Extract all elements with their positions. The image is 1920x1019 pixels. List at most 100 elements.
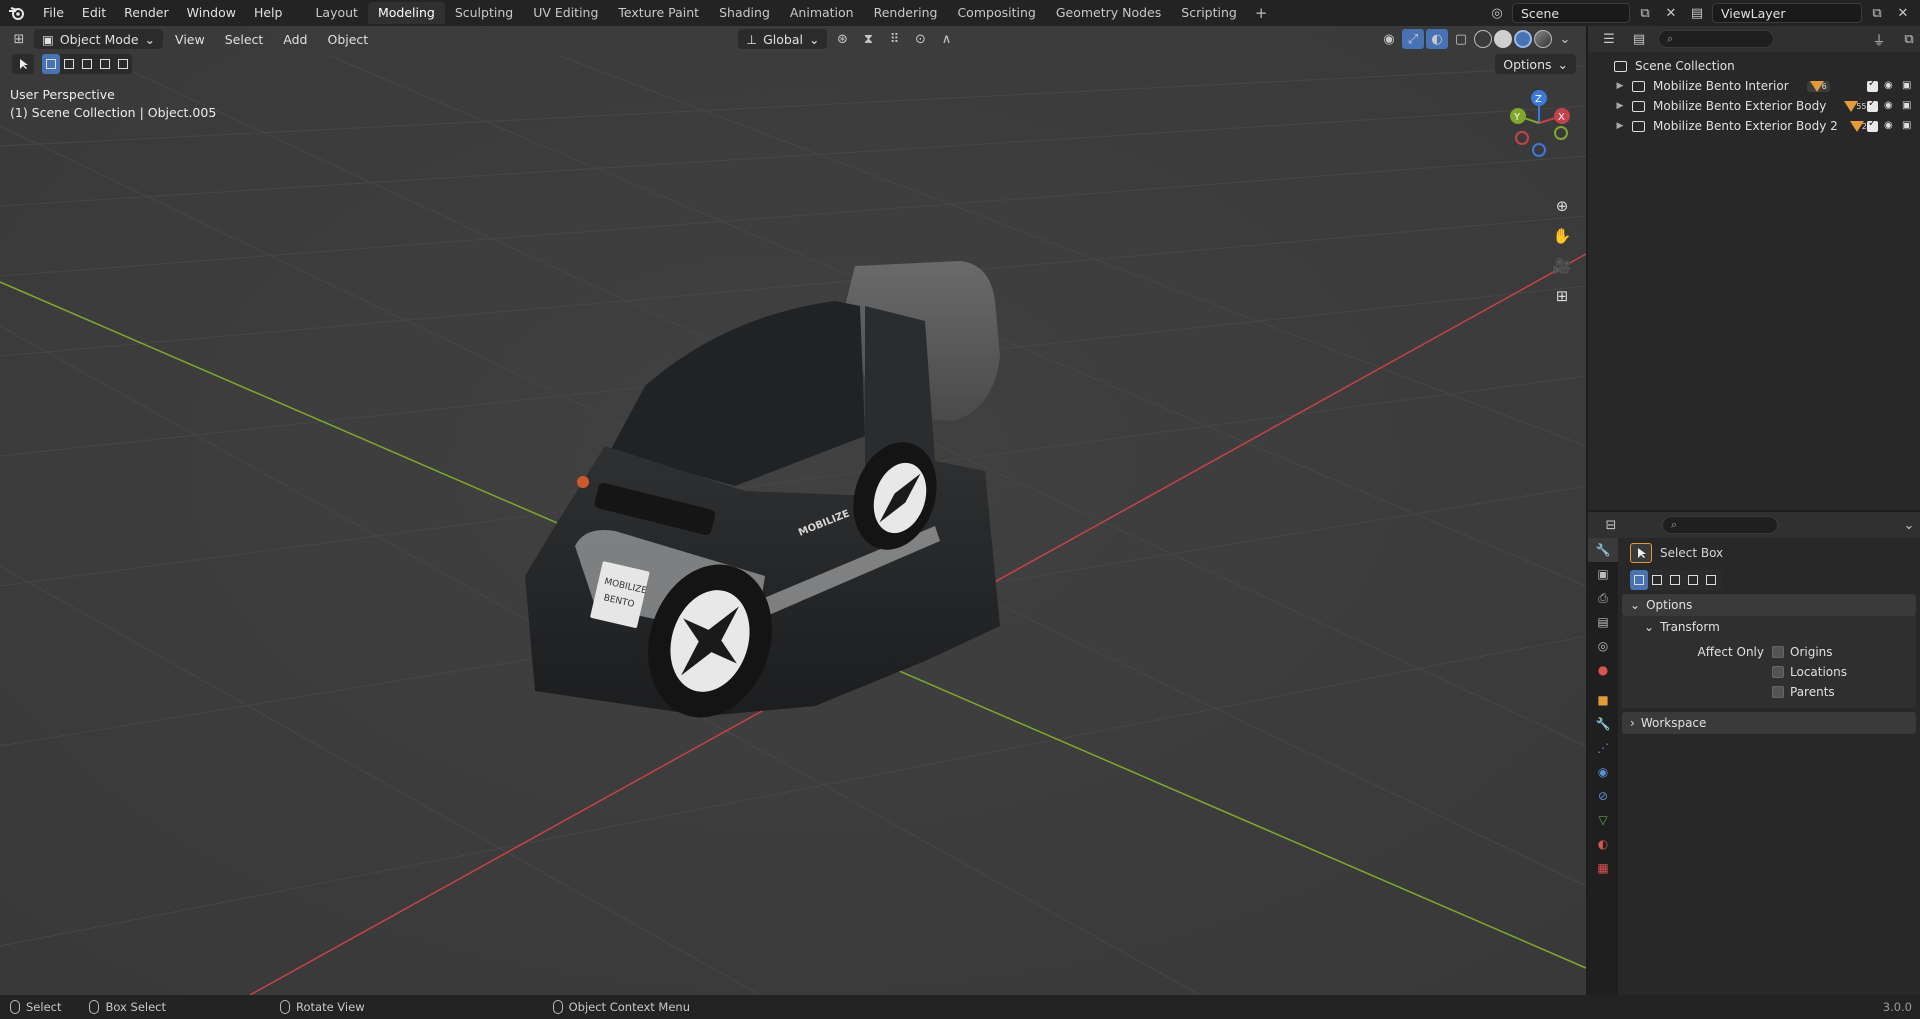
falloff-icon[interactable]: ∧ <box>935 29 957 49</box>
exclude-checkbox[interactable] <box>1867 118 1878 132</box>
viewport-options-dropdown[interactable]: Options ⌄ <box>1495 54 1576 74</box>
locations-checkbox[interactable] <box>1772 666 1784 678</box>
xray-icon[interactable]: ▢ <box>1450 29 1472 49</box>
view-layer-field[interactable]: ViewLayer <box>1712 3 1862 23</box>
mode-extend-icon[interactable] <box>1648 570 1666 590</box>
properties-editor-icon[interactable]: ⊟ <box>1600 515 1622 535</box>
gizmo-toggle-icon[interactable]: ⤢ <box>1402 29 1424 49</box>
physics-tab-icon[interactable]: ◉ <box>1588 760 1618 784</box>
checkbox-row-locations[interactable]: Locations <box>1622 662 1916 682</box>
snap-target-icon[interactable]: ⠿ <box>883 29 905 49</box>
select-box-tool-icon[interactable] <box>1630 543 1652 563</box>
view-layer-tab-icon[interactable]: ▤ <box>1588 610 1618 634</box>
scene-collection-row[interactable]: Scene Collection <box>1588 56 1920 76</box>
eye-icon[interactable]: ◉ <box>1884 81 1896 91</box>
editor-type-icon[interactable]: ⊞ <box>8 29 30 49</box>
filter-icon[interactable]: ⏚ <box>1868 29 1890 49</box>
scene-tab-icon[interactable]: ◎ <box>1588 634 1618 658</box>
expand-arrow-icon[interactable]: ▶ <box>1614 101 1626 111</box>
shading-chevron-icon[interactable]: ⌄ <box>1554 29 1576 49</box>
proportional-edit-icon[interactable]: ⊙ <box>909 29 931 49</box>
3d-viewport[interactable]: MOBILIZE BENTO MOBILIZE ⊞ ▣ Object Mode … <box>0 26 1586 995</box>
scene-field[interactable]: Scene <box>1512 3 1630 23</box>
display-mode-icon[interactable]: ▤ <box>1628 29 1650 49</box>
wireframe-shading-icon[interactable] <box>1474 30 1492 48</box>
snap-icon[interactable]: ⧗ <box>857 29 879 49</box>
menu-help[interactable]: Help <box>245 0 292 26</box>
menu-object[interactable]: Object <box>319 32 376 47</box>
menu-add[interactable]: Add <box>275 32 315 47</box>
pivot-point-icon[interactable]: ⊛ <box>831 29 853 49</box>
camera-icon[interactable]: ▣ <box>1902 121 1914 131</box>
parents-checkbox[interactable] <box>1772 686 1784 698</box>
overlay-toggle-icon[interactable]: ◐ <box>1426 29 1448 49</box>
navigation-gizmo[interactable]: Z X Y <box>1504 88 1574 158</box>
eye-icon[interactable]: ◉ <box>1884 101 1896 111</box>
scene-icon[interactable]: ◎ <box>1486 3 1508 23</box>
workspace-panel-header[interactable]: › Workspace <box>1622 712 1916 734</box>
tab-texture-paint[interactable]: Texture Paint <box>608 2 709 24</box>
constraints-tab-icon[interactable]: ⊘ <box>1588 784 1618 808</box>
data-tab-icon[interactable]: ▽ <box>1588 808 1618 832</box>
new-view-layer-icon[interactable]: ⧉ <box>1866 3 1888 23</box>
particles-tab-icon[interactable]: ⋰ <box>1588 736 1618 760</box>
transform-orientation-dropdown[interactable]: ⊥ Global ⌄ <box>738 29 828 49</box>
mode-invert-icon[interactable] <box>96 54 114 74</box>
mode-subtract-icon[interactable] <box>1666 570 1684 590</box>
object-tab-icon[interactable]: ■ <box>1588 688 1618 712</box>
outliner-search-input[interactable]: ⌕ <box>1658 30 1774 48</box>
zoom-icon[interactable]: ⊕ <box>1548 192 1576 220</box>
material-preview-icon[interactable] <box>1514 30 1532 48</box>
outliner-item[interactable]: ▶ Mobilize Bento Exterior Body 55 ◉ ▣ <box>1588 96 1920 116</box>
tab-uv-editing[interactable]: UV Editing <box>523 2 608 24</box>
checkbox-row-origins[interactable]: Affect Only Origins <box>1622 642 1916 662</box>
eye-icon[interactable]: ◉ <box>1884 121 1896 131</box>
menu-edit[interactable]: Edit <box>73 0 115 26</box>
tab-sculpting[interactable]: Sculpting <box>445 2 523 24</box>
menu-render[interactable]: Render <box>115 0 178 26</box>
exclude-checkbox[interactable] <box>1867 78 1878 92</box>
ortho-toggle-icon[interactable]: ⊞ <box>1548 282 1576 310</box>
tab-geometry-nodes[interactable]: Geometry Nodes <box>1046 2 1171 24</box>
transform-subpanel-header[interactable]: ⌄ Transform <box>1622 616 1916 638</box>
texture-tab-icon[interactable]: ▦ <box>1588 856 1618 880</box>
render-tab-icon[interactable]: ▣ <box>1588 562 1618 586</box>
solid-shading-icon[interactable] <box>1494 30 1512 48</box>
tab-scripting[interactable]: Scripting <box>1171 2 1247 24</box>
modifier-tab-icon[interactable]: 🔧 <box>1588 712 1618 736</box>
new-scene-icon[interactable]: ⧉ <box>1634 3 1656 23</box>
menu-file[interactable]: File <box>34 0 73 26</box>
blender-logo-icon[interactable] <box>0 0 34 26</box>
new-collection-icon[interactable]: ⧉ <box>1898 29 1920 49</box>
properties-search-input[interactable]: ⌕ <box>1662 516 1778 534</box>
vehicle-model[interactable]: MOBILIZE BENTO MOBILIZE <box>515 246 1135 806</box>
mode-invert-icon[interactable] <box>1684 570 1702 590</box>
origins-checkbox[interactable] <box>1772 646 1784 658</box>
camera-icon[interactable]: ▣ <box>1902 101 1914 111</box>
menu-window[interactable]: Window <box>178 0 245 26</box>
menu-select[interactable]: Select <box>217 32 272 47</box>
tab-rendering[interactable]: Rendering <box>864 2 948 24</box>
outliner-item[interactable]: ▶ Mobilize Bento Interior 6 ◉ ▣ <box>1588 76 1920 96</box>
camera-view-icon[interactable]: 🎥 <box>1548 252 1576 280</box>
mode-subtract-icon[interactable] <box>78 54 96 74</box>
outliner-editor-icon[interactable]: ☰ <box>1598 29 1620 49</box>
world-tab-icon[interactable]: ● <box>1588 658 1618 682</box>
tab-layout[interactable]: Layout <box>305 2 368 24</box>
visibility-icon[interactable]: ◉ <box>1378 29 1400 49</box>
exclude-checkbox[interactable] <box>1867 98 1878 112</box>
menu-view[interactable]: View <box>167 32 213 47</box>
add-workspace-button[interactable]: + <box>1247 4 1276 22</box>
chevron-down-icon[interactable]: ⌄ <box>1898 515 1920 535</box>
mode-intersect-icon[interactable] <box>114 54 132 74</box>
rendered-shading-icon[interactable] <box>1534 30 1552 48</box>
tool-tab-icon[interactable]: 🔧 <box>1588 538 1618 562</box>
options-panel-header[interactable]: ⌄ Options <box>1622 594 1916 616</box>
mode-set-icon[interactable] <box>42 54 60 74</box>
delete-scene-icon[interactable]: ✕ <box>1660 3 1682 23</box>
mode-extend-icon[interactable] <box>60 54 78 74</box>
active-tool-icon[interactable] <box>12 54 34 74</box>
tab-animation[interactable]: Animation <box>780 2 864 24</box>
camera-icon[interactable]: ▣ <box>1902 81 1914 91</box>
mode-set-icon[interactable] <box>1630 570 1648 590</box>
